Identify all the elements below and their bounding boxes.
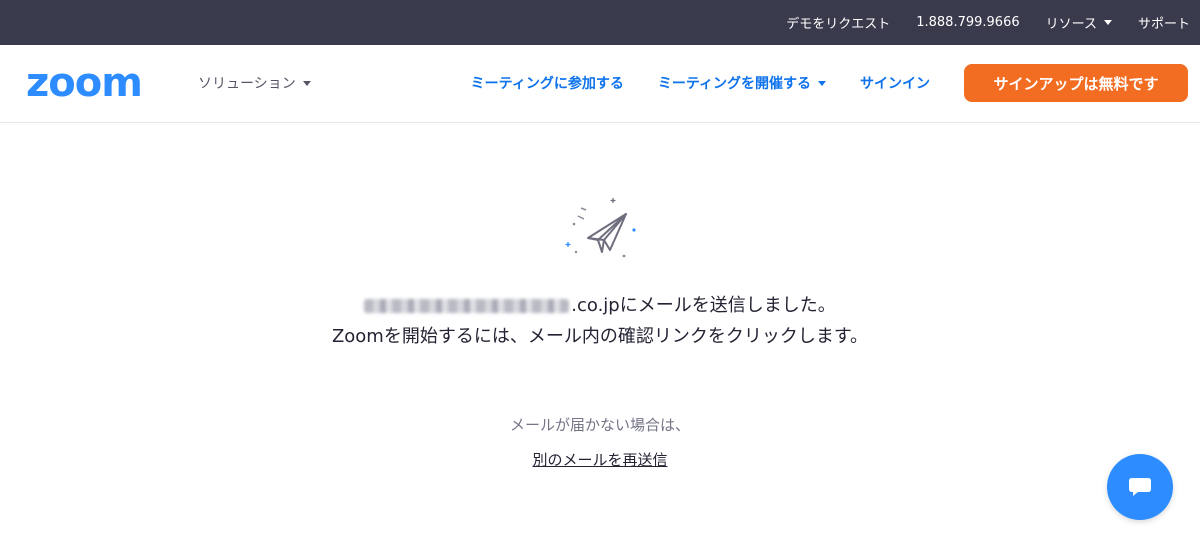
support-link[interactable]: サポート	[1138, 13, 1190, 32]
email-sent-panel: .co.jp にメールを送信しました。 Zoomを開始するには、メール内の確認リ…	[0, 124, 1200, 547]
phone-number-link[interactable]: 1.888.799.9666	[916, 15, 1019, 30]
resources-menu[interactable]: リソース	[1046, 13, 1112, 32]
host-meeting-label: ミーティングを開催する	[657, 76, 811, 92]
main-nav: zoom ソリューション ミーティングに参加する ミーティングを開催する サイン…	[0, 45, 1200, 123]
request-demo-link[interactable]: デモをリクエスト	[786, 13, 890, 32]
redacted-email	[364, 298, 570, 313]
resend-container: 別のメールを再送信	[300, 449, 900, 470]
chat-bubble-icon	[1129, 478, 1151, 496]
confirmation-message: .co.jp にメールを送信しました。 Zoomを開始するには、メール内の確認リ…	[290, 290, 910, 352]
host-meeting-menu[interactable]: ミーティングを開催する	[658, 73, 826, 93]
chevron-down-icon	[302, 80, 311, 86]
zoom-logo[interactable]: zoom	[26, 63, 143, 103]
resend-email-link[interactable]: 別のメールを再送信	[532, 451, 667, 469]
not-received-text: メールが届かない場合は、	[509, 416, 690, 434]
nav-actions: ミーティングに参加する ミーティングを開催する サインイン サインアップは無料で…	[471, 64, 1188, 102]
sign-in-link[interactable]: サインイン	[860, 73, 930, 93]
chat-button[interactable]	[1107, 454, 1173, 520]
chevron-down-icon	[818, 80, 826, 86]
resources-label: リソース	[1045, 17, 1097, 32]
email-domain: .co.jp	[571, 295, 620, 316]
top-bar: デモをリクエスト 1.888.799.9666 リソース サポート	[0, 0, 1200, 45]
instruction-text: Zoomを開始するには、メール内の確認リンクをクリックします。	[331, 326, 869, 347]
sign-up-button[interactable]: サインアップは無料です	[964, 64, 1188, 102]
join-meeting-link[interactable]: ミーティングに参加する	[471, 73, 624, 93]
paper-plane-icon	[565, 198, 636, 258]
solutions-label: ソリューション	[198, 76, 296, 92]
solutions-menu[interactable]: ソリューション	[198, 73, 311, 93]
sent-notice: にメールを送信しました。	[619, 295, 836, 316]
chevron-down-icon	[1103, 20, 1112, 25]
